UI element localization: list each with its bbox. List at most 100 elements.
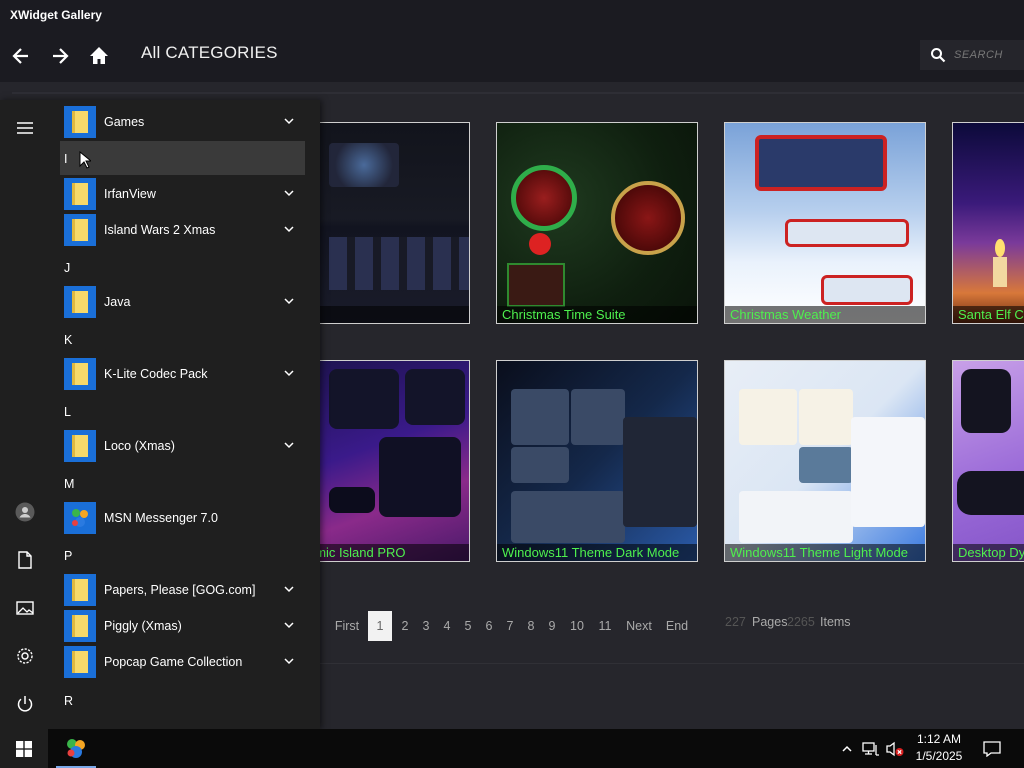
tile-caption: Windows11 Theme Dark Mode [497, 544, 697, 561]
app-label: K-Lite Codec Pack [104, 367, 208, 381]
page-link-5[interactable]: 5 [459, 611, 477, 641]
page-link-4[interactable]: 4 [438, 611, 456, 641]
app-list-item[interactable]: Java [60, 284, 305, 320]
gallery-tile[interactable]: Windows11 Theme Dark Mode [496, 360, 698, 562]
section-header-i[interactable]: I [60, 141, 305, 175]
app-list-item[interactable]: Loco (Xmas) [60, 428, 305, 464]
pictures-button[interactable] [9, 592, 41, 624]
network-icon [862, 741, 879, 756]
app-list-item[interactable]: Popcap Game Collection [60, 644, 305, 680]
letter-label: I [64, 152, 68, 166]
show-hidden-icons-button[interactable] [838, 729, 856, 768]
gallery-tile[interactable]: Windows11 Theme Light Mode [724, 360, 926, 562]
tile-caption: Windows11 Theme Light Mode [725, 544, 925, 561]
chevron-down-icon [284, 118, 294, 125]
forward-button[interactable] [44, 40, 76, 72]
gallery-tile[interactable]: Santa Elf C [952, 122, 1024, 324]
page-link-7[interactable]: 7 [501, 611, 519, 641]
app-list-item[interactable]: Papers, Please [GOG.com] [60, 572, 305, 608]
folder-icon [64, 178, 96, 210]
search-box[interactable] [920, 40, 1024, 70]
windows-logo-icon [16, 740, 32, 757]
notifications-button[interactable] [980, 729, 1004, 768]
app-list-item[interactable]: K-Lite Codec Pack [60, 356, 305, 392]
clock-date: 1/5/2025 [915, 749, 963, 763]
tile-caption: Christmas Time Suite [497, 306, 697, 323]
page-link-11[interactable]: 11 [594, 611, 616, 641]
chevron-down-icon [284, 370, 294, 377]
start-button[interactable] [0, 729, 48, 768]
page-link-2[interactable]: 2 [396, 611, 414, 641]
section-header-m[interactable]: M [64, 477, 74, 491]
start-menu: Games I IrfanView Island Wars 2 Xmas J J… [0, 100, 320, 729]
folder-icon [64, 214, 96, 246]
tile-caption: Christmas Weather [725, 306, 925, 323]
first-page-link[interactable]: First [330, 611, 364, 641]
thumbnail-image [497, 123, 697, 323]
system-clock[interactable]: 1:12 AM 1/5/2025 [910, 731, 968, 765]
pictures-icon [16, 601, 34, 615]
folder-icon [64, 646, 96, 678]
section-header-r[interactable]: R [64, 694, 73, 708]
app-label: Piggly (Xmas) [104, 619, 182, 633]
chevron-down-icon [284, 190, 294, 197]
navigation-bar: All CATEGORIES [0, 30, 1024, 82]
expand-menu-button[interactable] [9, 112, 41, 144]
app-list-item[interactable]: Games [60, 104, 305, 140]
settings-button[interactable] [9, 640, 41, 672]
power-button[interactable] [9, 688, 41, 720]
section-header-j[interactable]: J [64, 261, 70, 275]
folder-icon [64, 358, 96, 390]
documents-button[interactable] [9, 544, 41, 576]
back-button[interactable] [5, 40, 37, 72]
page-link-10[interactable]: 10 [566, 611, 588, 641]
app-list-item[interactable]: Island Wars 2 Xmas [60, 212, 305, 248]
taskbar-app-xwidget[interactable] [56, 729, 96, 768]
divider [320, 663, 1024, 664]
home-button[interactable] [83, 40, 115, 72]
tile-caption: Santa Elf C [953, 306, 1024, 323]
notification-icon [983, 740, 1001, 757]
arrow-left-icon [12, 48, 28, 64]
gallery-tile[interactable]: Desktop Dy [952, 360, 1024, 562]
next-page-link[interactable]: Next [622, 611, 656, 641]
user-account-button[interactable] [9, 496, 41, 528]
page-link-1[interactable]: 1 [368, 611, 392, 641]
section-header-l[interactable]: L [64, 405, 71, 419]
settings-icon [17, 648, 33, 664]
items-label: Items [820, 615, 851, 629]
xwidget-app-icon [67, 738, 85, 758]
app-list-item[interactable]: Piggly (Xmas) [60, 608, 305, 644]
last-page-link[interactable]: End [662, 611, 692, 641]
page-link-6[interactable]: 6 [480, 611, 498, 641]
page-link-3[interactable]: 3 [417, 611, 435, 641]
app-label: MSN Messenger 7.0 [104, 511, 218, 525]
page-link-9[interactable]: 9 [543, 611, 561, 641]
start-menu-rail [0, 100, 50, 729]
folder-icon [64, 574, 96, 606]
search-input[interactable] [954, 49, 1014, 61]
pages-label: Pages [752, 615, 788, 629]
folder-icon [64, 430, 96, 462]
page-link-8[interactable]: 8 [522, 611, 540, 641]
app-list: Games I IrfanView Island Wars 2 Xmas J J… [60, 100, 320, 729]
gallery-tile[interactable]: Christmas Time Suite [496, 122, 698, 324]
gallery-tile[interactable]: Christmas Weather [724, 122, 926, 324]
app-label: Papers, Please [GOG.com] [104, 583, 256, 597]
section-header-p[interactable]: P [64, 549, 72, 563]
search-icon [931, 48, 946, 63]
app-label: Popcap Game Collection [104, 655, 243, 669]
divider [12, 92, 1024, 94]
volume-button[interactable] [884, 729, 906, 768]
taskbar: 1:12 AM 1/5/2025 [0, 729, 1024, 768]
app-label: Loco (Xmas) [104, 439, 175, 453]
mouse-cursor-icon [79, 151, 91, 169]
page-title: All CATEGORIES [141, 43, 278, 62]
section-header-k[interactable]: K [64, 333, 72, 347]
arrow-right-icon [53, 48, 69, 64]
app-label: Island Wars 2 Xmas [104, 223, 216, 237]
app-list-item[interactable]: MSN Messenger 7.0 [60, 500, 305, 536]
window-title: XWidget Gallery [10, 8, 102, 22]
network-button[interactable] [860, 729, 882, 768]
app-list-item[interactable]: IrfanView [60, 176, 305, 212]
